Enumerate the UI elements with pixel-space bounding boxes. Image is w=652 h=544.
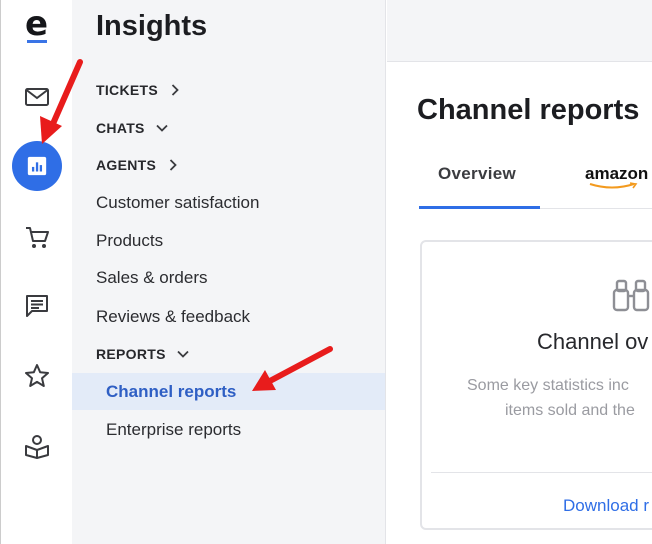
amazon-smile-icon <box>589 182 638 189</box>
nav-label: CHATS <box>96 120 145 136</box>
nav-section-chats[interactable]: CHATS <box>96 120 169 136</box>
nav-item-products[interactable]: Products <box>96 231 163 251</box>
mail-icon[interactable] <box>23 83 51 111</box>
card-description-line-2: items sold and the <box>505 402 635 419</box>
chevron-down-icon <box>176 347 190 361</box>
nav-item-channel-reports-label[interactable]: Channel reports <box>106 382 236 402</box>
nav-section-tickets[interactable]: TICKETS <box>96 82 182 98</box>
download-link[interactable]: Download r <box>563 496 649 516</box>
star-icon[interactable] <box>23 362 51 390</box>
icon-rail: e <box>0 0 72 544</box>
nav-section-reports[interactable]: REPORTS <box>96 346 190 362</box>
nav-item-customer-satisfaction[interactable]: Customer satisfaction <box>96 193 259 213</box>
chevron-right-icon <box>166 158 180 172</box>
card-divider <box>431 472 652 473</box>
insights-icon <box>27 156 47 176</box>
cart-icon[interactable] <box>23 223 51 251</box>
top-bar <box>387 0 652 62</box>
binoculars-icon <box>612 279 650 312</box>
tab-amazon[interactable]: amazon <box>585 164 648 184</box>
nav-label: TICKETS <box>96 82 158 98</box>
nav-section-agents[interactable]: AGENTS <box>96 157 180 173</box>
chevron-right-icon <box>168 83 182 97</box>
nav-item-enterprise-reports[interactable]: Enterprise reports <box>106 420 241 440</box>
chevron-down-icon <box>155 121 169 135</box>
nav-label: REPORTS <box>96 346 166 362</box>
insights-nav-button[interactable] <box>12 141 62 191</box>
active-tab-indicator <box>419 206 540 209</box>
page-title: Channel reports <box>417 94 640 126</box>
tab-overview[interactable]: Overview <box>438 164 516 184</box>
nav-label: AGENTS <box>96 157 157 173</box>
card-title: Channel ov <box>537 329 649 354</box>
chat-icon[interactable] <box>23 292 51 320</box>
app-logo[interactable]: e <box>25 6 48 42</box>
insights-sidebar: Insights TICKETS CHATS AGENTS Customer s… <box>72 0 386 544</box>
logo-underline <box>27 40 47 43</box>
nav-item-reviews-feedback[interactable]: Reviews & feedback <box>96 307 250 327</box>
nav-item-sales-orders[interactable]: Sales & orders <box>96 268 208 288</box>
card-description-line-1: Some key statistics inc <box>467 377 629 394</box>
sidebar-title: Insights <box>96 10 208 42</box>
book-user-icon[interactable] <box>23 432 51 460</box>
